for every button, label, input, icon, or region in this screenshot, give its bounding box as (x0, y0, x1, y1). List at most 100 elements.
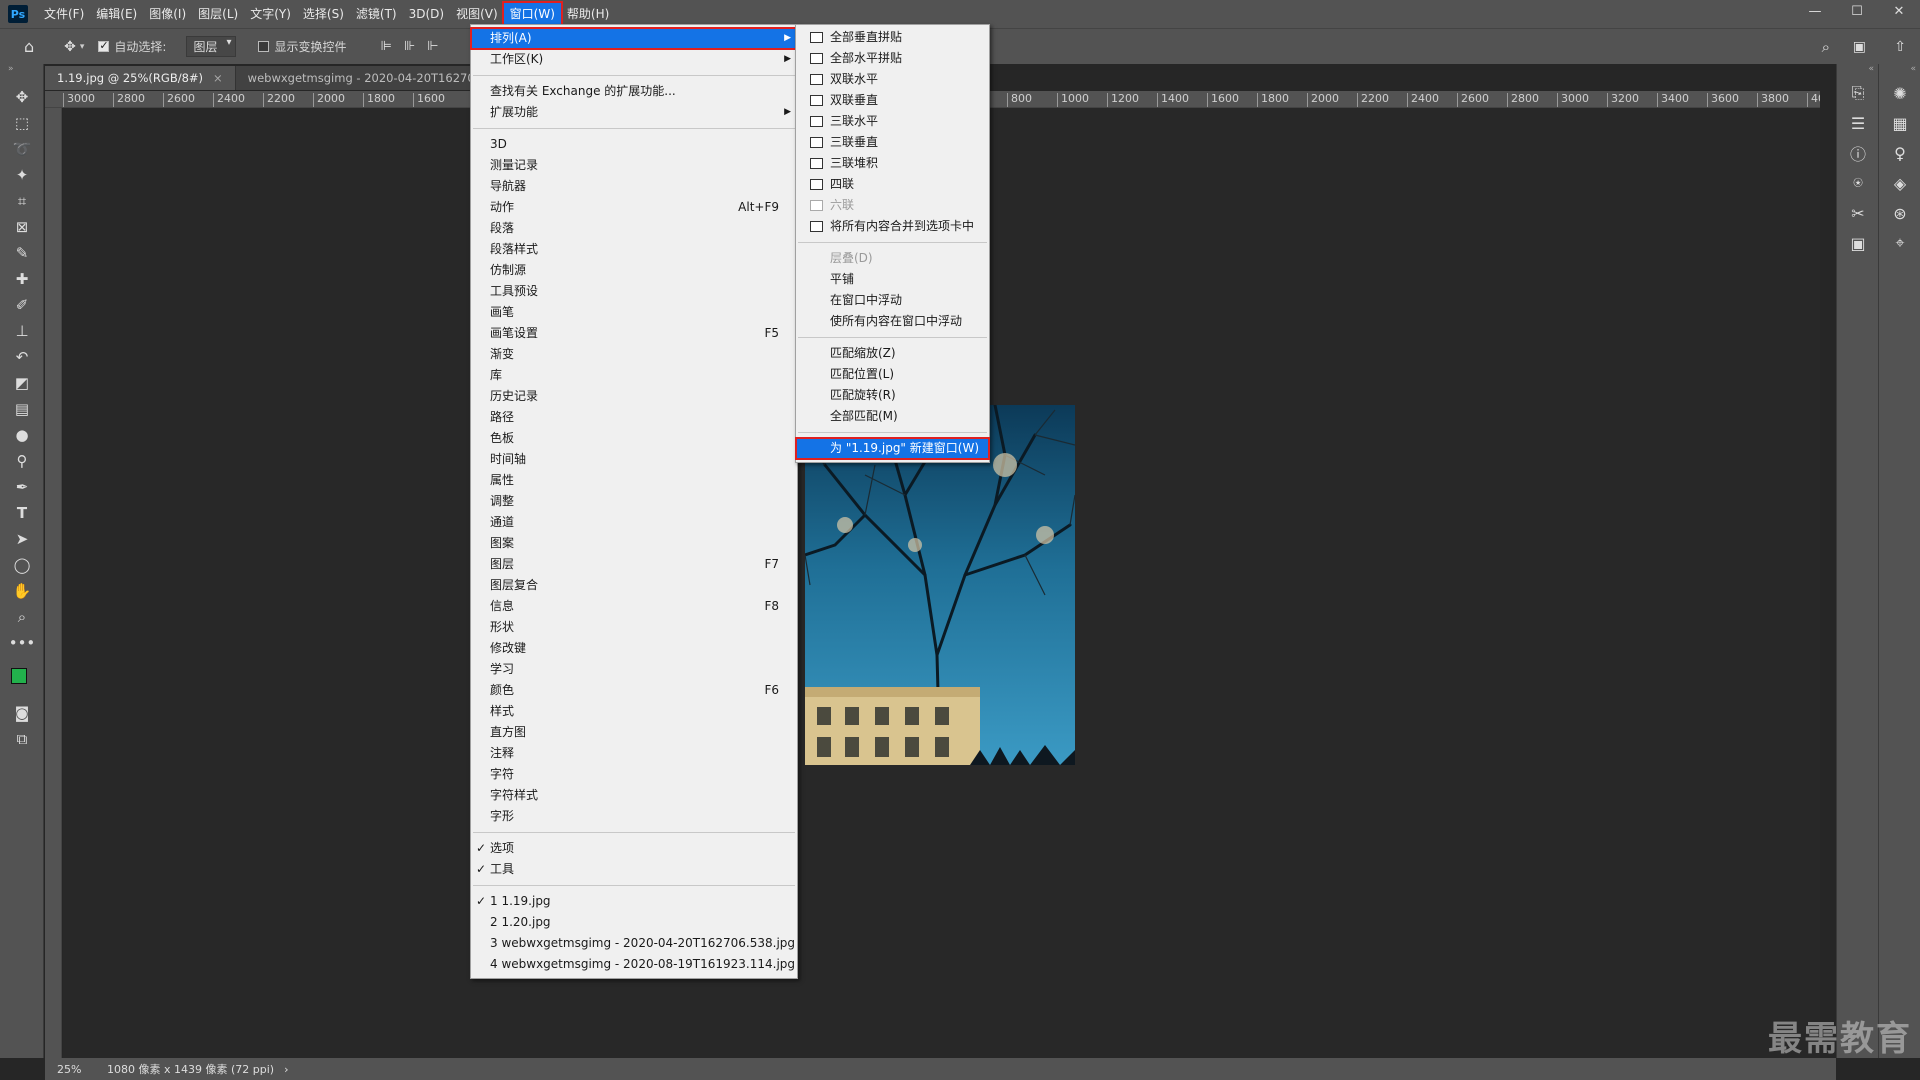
marquee-tool-icon[interactable]: ⬚ (0, 110, 44, 136)
swatches-panel-icon[interactable]: ▦ (1879, 108, 1920, 138)
properties-panel-icon[interactable]: ☰ (1837, 108, 1879, 138)
arrange-menu-item[interactable]: 全部水平拼贴 (796, 48, 989, 69)
window-menu-item[interactable]: 工作区(K) ▶ (471, 49, 797, 70)
collapse-icon[interactable]: » (0, 64, 43, 84)
share-icon[interactable]: ⇧ (1894, 39, 1906, 55)
window-menu-item[interactable]: 2 1.20.jpg (471, 912, 797, 933)
workspace-icon[interactable]: ▣ (1853, 39, 1866, 55)
collapse-icon[interactable]: « (1879, 64, 1920, 78)
window-menu-item[interactable]: 注释 (471, 743, 797, 764)
eyedropper-tool-icon[interactable]: ✎ (0, 240, 44, 266)
shape-tool-icon[interactable]: ◯ (0, 552, 44, 578)
window-menu-item[interactable]: 字符 (471, 764, 797, 785)
window-menu-item[interactable]: 查找有关 Exchange 的扩展功能... (471, 81, 797, 102)
pen-tool-icon[interactable]: ✒ (0, 474, 44, 500)
window-menu-item[interactable]: 路径 (471, 407, 797, 428)
stamp-tool-icon[interactable]: ⊥ (0, 318, 44, 344)
window-menu-item[interactable]: 3D (471, 134, 797, 155)
window-menu-item[interactable]: 调整 (471, 491, 797, 512)
arrange-menu-item[interactable]: 三联垂直 (796, 132, 989, 153)
blur-tool-icon[interactable]: ● (0, 422, 44, 448)
brush-settings-icon[interactable]: ✂ (1837, 198, 1879, 228)
arrange-menu-item[interactable]: 三联堆积 (796, 153, 989, 174)
foreground-color-swatch[interactable] (11, 668, 27, 684)
show-transform-checkbox[interactable]: 显示变换控件 (258, 38, 347, 55)
arrange-menu-item[interactable]: 四联 (796, 174, 989, 195)
color-swatches[interactable] (0, 656, 43, 700)
lasso-tool-icon[interactable]: ➰ (0, 136, 44, 162)
menu-4[interactable]: 文字(Y) (244, 3, 297, 25)
tool-preset-chevron-icon[interactable]: ▾ (80, 42, 85, 52)
window-menu-item[interactable]: ✓ 1 1.19.jpg (471, 891, 797, 912)
zoom-tool-icon[interactable]: ⌕ (0, 604, 44, 630)
screen-mode-icon[interactable]: ⧉ (0, 726, 44, 752)
window-menu-item[interactable]: 测量记录 (471, 155, 797, 176)
window-menu-item[interactable]: 工具预设 (471, 281, 797, 302)
arrange-menu-item[interactable]: 使所有内容在窗口中浮动 (796, 311, 989, 332)
window-menu-item[interactable]: 字符样式 (471, 785, 797, 806)
window-menu-item[interactable]: 直方图 (471, 722, 797, 743)
menu-8[interactable]: 视图(V) (450, 3, 504, 25)
menu-1[interactable]: 编辑(E) (90, 3, 143, 25)
status-expand-icon[interactable]: › (284, 1063, 288, 1076)
window-menu-item[interactable]: 时间轴 (471, 449, 797, 470)
window-menu-item[interactable]: 历史记录 (471, 386, 797, 407)
arrange-menu-item[interactable]: 在窗口中浮动 (796, 290, 989, 311)
home-icon[interactable]: ⌂ (24, 37, 34, 56)
menu-5[interactable]: 选择(S) (297, 3, 350, 25)
window-menu-item[interactable]: 通道 (471, 512, 797, 533)
info-panel-icon[interactable]: ⓘ (1837, 138, 1879, 168)
arrange-menu-item[interactable]: 平铺 (796, 269, 989, 290)
channels-panel-icon[interactable]: ⊛ (1879, 198, 1920, 228)
align-left-icon[interactable]: ⊫ (381, 39, 392, 54)
crop-tool-icon[interactable]: ⌗ (0, 188, 44, 214)
window-menu-item[interactable]: 信息 F8 (471, 596, 797, 617)
eraser-tool-icon[interactable]: ◩ (0, 370, 44, 396)
quick-mask-icon[interactable]: ◙ (0, 700, 44, 726)
window-menu-item[interactable]: 3 webwxgetmsgimg - 2020-04-20T162706.538… (471, 933, 797, 954)
window-menu-item[interactable]: 导航器 (471, 176, 797, 197)
window-menu-item[interactable]: 库 (471, 365, 797, 386)
window-menu-item[interactable]: 渐变 (471, 344, 797, 365)
arrange-menu-item[interactable]: 为 "1.19.jpg" 新建窗口(W) (795, 437, 990, 460)
window-menu-item[interactable]: 属性 (471, 470, 797, 491)
menu-9[interactable]: 窗口(W) (501, 1, 563, 27)
arrange-menu-item[interactable]: 匹配缩放(Z) (796, 343, 989, 364)
window-menu-item[interactable]: 排列(A) ▶ (470, 27, 798, 50)
window-menu-item[interactable]: 扩展功能 ▶ (471, 102, 797, 123)
arrange-menu-item[interactable]: 全部匹配(M) (796, 406, 989, 427)
menu-0[interactable]: 文件(F) (38, 3, 90, 25)
menu-7[interactable]: 3D(D) (403, 3, 450, 25)
document-tab[interactable]: 1.19.jpg @ 25%(RGB/8#) × (45, 66, 236, 90)
auto-select-target-dropdown[interactable]: 图层 (186, 36, 237, 57)
menu-3[interactable]: 图层(L) (192, 3, 244, 25)
character-panel-icon[interactable]: ⍟ (1837, 168, 1879, 198)
arrange-menu-item[interactable]: 全部垂直拼贴 (796, 27, 989, 48)
history-panel-icon[interactable]: ⎘ (1837, 78, 1879, 108)
gradient-tool-icon[interactable]: ▤ (0, 396, 44, 422)
close-icon[interactable]: ✕ (1878, 0, 1920, 22)
arrange-menu-item[interactable]: 匹配旋转(R) (796, 385, 989, 406)
arrange-menu-item[interactable]: 将所有内容合并到选项卡中 (796, 216, 989, 237)
window-menu-item[interactable]: ✓ 选项 (471, 838, 797, 859)
window-menu-item[interactable]: 颜色 F6 (471, 680, 797, 701)
minimize-icon[interactable]: — (1794, 0, 1836, 22)
arrange-menu-item[interactable]: 三联水平 (796, 111, 989, 132)
zoom-level[interactable]: 25% (57, 1063, 97, 1076)
window-menu-item[interactable]: 4 webwxgetmsgimg - 2020-08-19T161923.114… (471, 954, 797, 975)
auto-select-checkbox[interactable]: 自动选择: (98, 38, 166, 55)
window-menu-item[interactable]: 图案 (471, 533, 797, 554)
move-tool-icon[interactable]: ✥ (0, 84, 44, 110)
close-tab-icon[interactable]: × (213, 71, 223, 85)
layers-panel-icon[interactable]: ◈ (1879, 168, 1920, 198)
hand-tool-icon[interactable]: ✋ (0, 578, 44, 604)
window-menu-item[interactable]: 字形 (471, 806, 797, 827)
window-menu-item[interactable]: 色板 (471, 428, 797, 449)
arrange-menu-item[interactable]: 匹配位置(L) (796, 364, 989, 385)
window-menu-item[interactable]: 画笔设置 F5 (471, 323, 797, 344)
window-menu-item[interactable]: 形状 (471, 617, 797, 638)
clone-source-icon[interactable]: ▣ (1837, 228, 1879, 258)
arrange-menu-item[interactable]: 双联垂直 (796, 90, 989, 111)
align-right-icon[interactable]: ⊩ (427, 39, 438, 54)
frame-tool-icon[interactable]: ⊠ (0, 214, 44, 240)
